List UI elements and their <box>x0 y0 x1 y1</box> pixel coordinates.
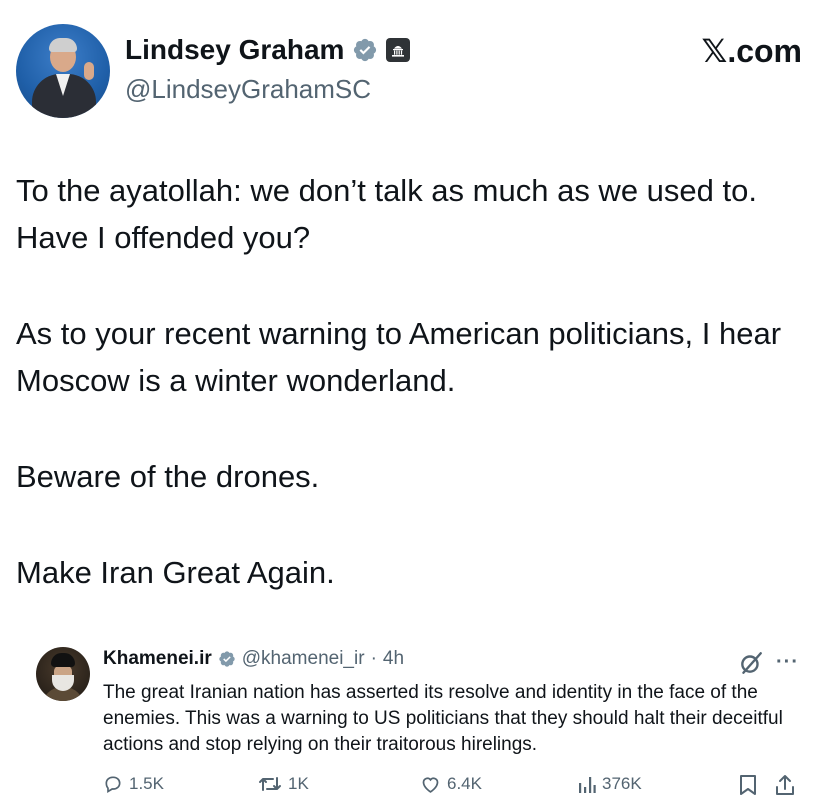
quoted-header: Khamenei.ir @khamenei_ir · 4h <box>103 648 404 670</box>
views-count: 376K <box>602 774 642 793</box>
repost-icon <box>259 777 281 791</box>
reply-icon <box>105 776 121 793</box>
tweet-paragraph-3: Beware of the drones. <box>16 459 320 494</box>
tweet-paragraph-2: As to your recent warning to American po… <box>16 316 782 398</box>
government-building-icon <box>386 38 411 62</box>
quoted-author-avatar[interactable] <box>36 647 90 701</box>
share-button[interactable] <box>775 774 795 796</box>
verified-badge-icon <box>219 651 235 667</box>
views-button[interactable]: 376K <box>578 774 642 794</box>
tweet-paragraph-4: Make Iran Great Again. <box>16 555 335 590</box>
quoted-tweet-text: The great Iranian nation has asserted it… <box>103 682 783 755</box>
views-chart-icon <box>579 777 596 793</box>
like-count: 6.4K <box>447 774 482 793</box>
author-name[interactable]: Lindsey Graham <box>125 34 344 66</box>
author-handle[interactable]: @LindseyGrahamSC <box>125 74 371 105</box>
x-watermark: 𝕏.com <box>701 33 802 69</box>
like-button[interactable]: 6.4K <box>420 774 482 794</box>
quoted-timestamp[interactable]: 4h <box>383 648 404 670</box>
grok-icon[interactable] <box>738 650 764 676</box>
tweet-paragraph-1: To the ayatollah: we don’t talk as much … <box>16 173 757 255</box>
quoted-author-name[interactable]: Khamenei.ir <box>103 648 212 670</box>
reply-button[interactable]: 1.5K <box>103 774 164 794</box>
verified-badge-icon <box>354 38 377 62</box>
reply-count: 1.5K <box>129 774 164 793</box>
bookmark-icon <box>740 775 756 795</box>
repost-count: 1K <box>288 774 309 793</box>
author-avatar[interactable] <box>16 24 110 118</box>
bookmark-button[interactable] <box>739 774 757 796</box>
repost-button[interactable]: 1K <box>258 774 309 794</box>
more-options-icon[interactable]: ··· <box>776 651 799 674</box>
quoted-author-handle[interactable]: @khamenei_ir <box>242 648 365 670</box>
author-name-row: Lindsey Graham <box>125 34 411 66</box>
meta-separator: · <box>370 648 377 669</box>
share-icon <box>776 775 794 795</box>
heart-icon <box>422 777 439 793</box>
